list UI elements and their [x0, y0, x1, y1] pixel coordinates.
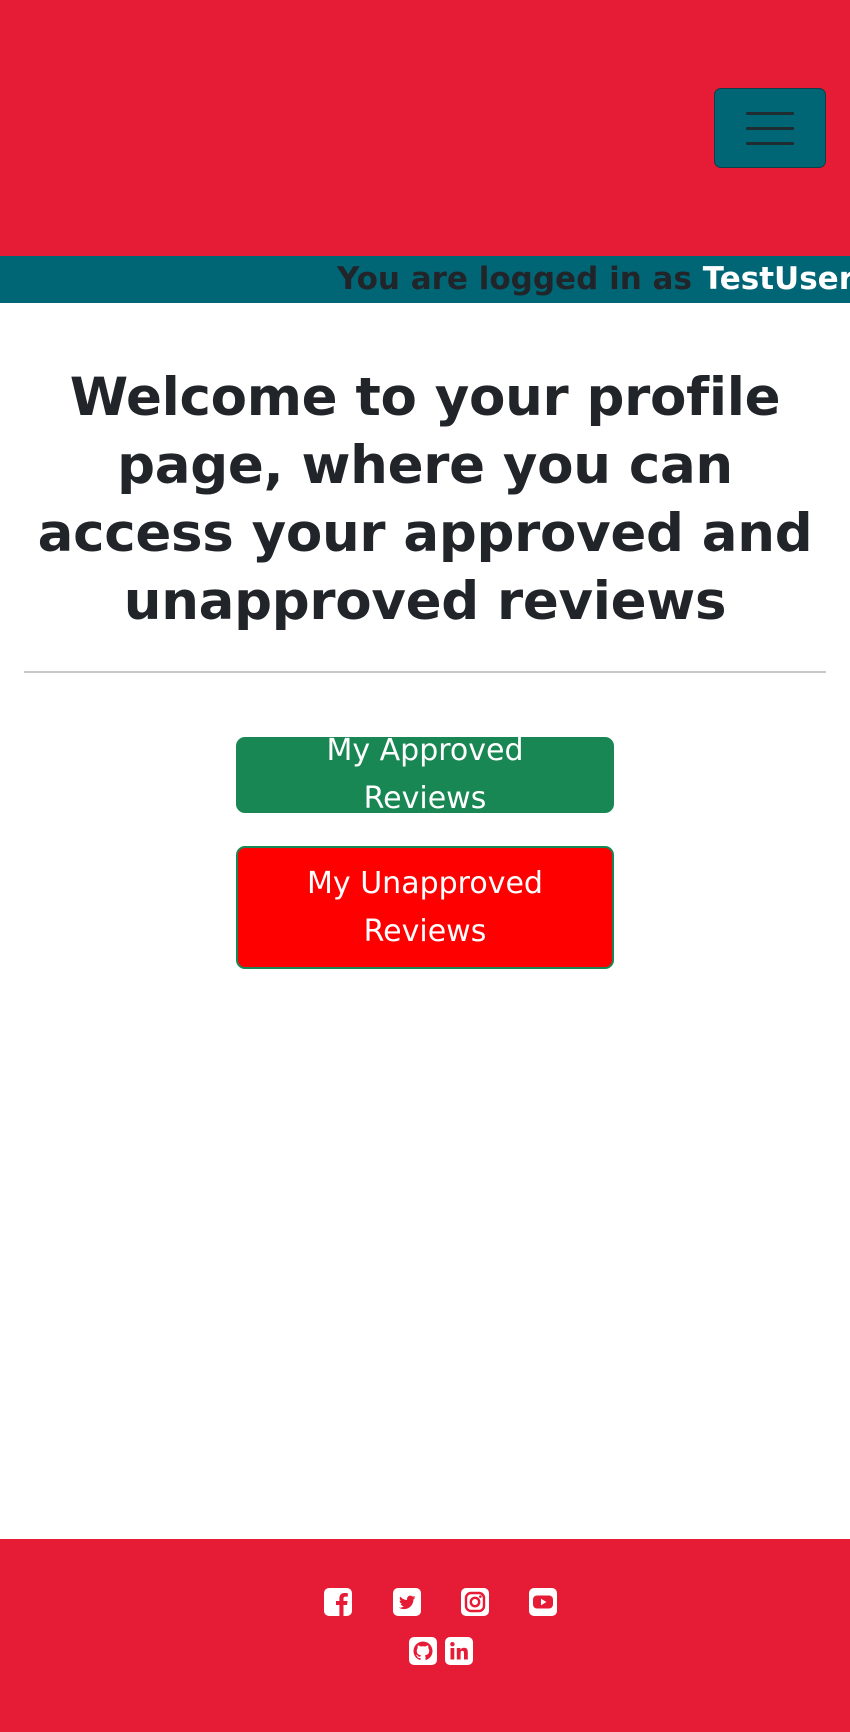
youtube-icon[interactable]	[528, 1587, 558, 1617]
page-title: Welcome to your profile page, where you …	[37, 367, 813, 632]
footer	[0, 1539, 850, 1732]
linkedin-icon[interactable]	[444, 1636, 474, 1666]
facebook-icon[interactable]	[323, 1587, 353, 1617]
divider	[24, 671, 826, 673]
logged-in-username: TestUser	[702, 261, 850, 297]
my-unapproved-reviews-button[interactable]: My Unapproved Reviews	[236, 846, 614, 969]
login-status-bar: You are logged in as TestUser	[0, 256, 850, 303]
login-status-prefix: You are logged in as	[336, 261, 692, 297]
navbar-toggle-button[interactable]	[714, 88, 826, 168]
hamburger-menu-icon	[746, 111, 794, 115]
my-approved-reviews-button[interactable]: My Approved Reviews	[236, 733, 614, 816]
twitter-icon[interactable]	[392, 1587, 422, 1617]
instagram-icon[interactable]	[460, 1587, 490, 1617]
login-status-text: You are logged in as TestUser	[337, 256, 850, 303]
navbar	[0, 0, 850, 256]
github-icon[interactable]	[408, 1636, 438, 1666]
